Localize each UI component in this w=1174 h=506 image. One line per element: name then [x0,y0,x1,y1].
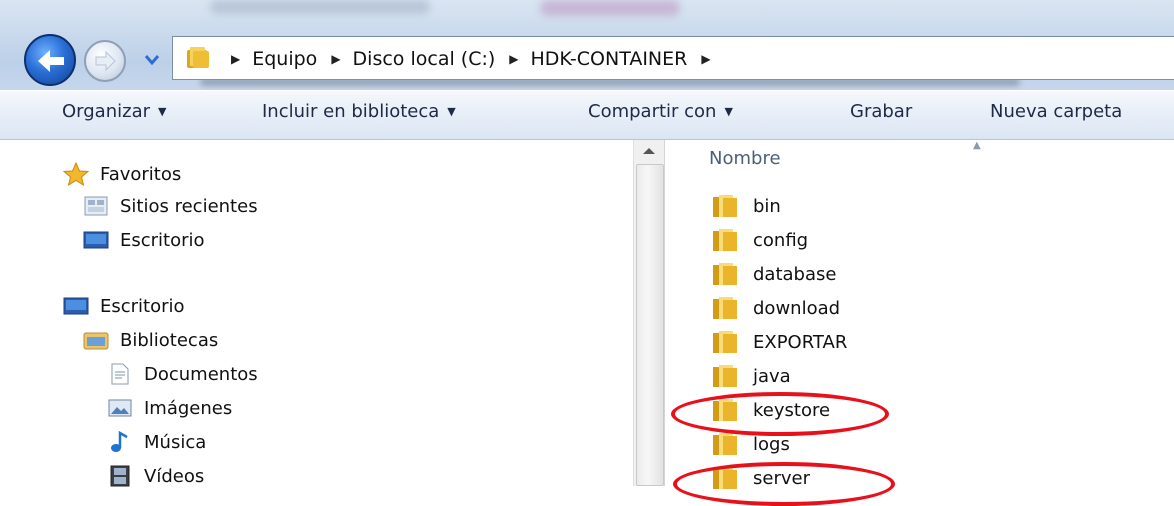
libraries-icon [82,329,110,351]
tree-item-label: Imágenes [144,397,233,419]
tree-item-label: Escritorio [100,295,185,317]
breadcrumb-item[interactable]: ▶ [701,52,722,66]
list-item[interactable]: database [713,260,836,288]
burn-label: Grabar [850,101,913,122]
breadcrumb-item[interactable]: ▶ Equipo [231,48,331,70]
file-name: database [753,263,837,285]
blurred-background [540,0,680,16]
address-bar[interactable]: ▶ Equipo ▶ Disco local (C:) ▶ HDK-CONTAI… [172,36,1174,80]
folder-icon [713,229,737,251]
breadcrumb: ▶ Equipo ▶ Disco local (C:) ▶ HDK-CONTAI… [231,37,723,81]
tree-item-label: Sitios recientes [120,195,258,217]
list-item[interactable]: EXPORTAR [713,328,847,356]
chevron-down-icon: ▼ [447,105,456,118]
new-folder-button[interactable]: Nueva carpeta [990,101,1122,122]
chevron-right-icon[interactable]: ▶ [701,52,710,66]
file-name: download [753,297,841,319]
blurred-background [210,0,430,14]
desktop-icon [62,295,90,317]
folder-icon [187,47,209,68]
sort-arrow-icon: ▲ [973,140,981,151]
navigation-bar: ▶ Equipo ▶ Disco local (C:) ▶ HDK-CONTAI… [0,0,1174,90]
breadcrumb-item[interactable]: ▶ Disco local (C:) [331,48,509,70]
include-library-button[interactable]: Incluir en biblioteca ▼ [262,101,456,122]
tree-item-label: Bibliotecas [120,329,219,351]
share-with-button[interactable]: Compartir con ▼ [588,101,733,122]
tree-item-pictures[interactable]: Imágenes [106,394,232,422]
chevron-right-icon[interactable]: ▶ [331,52,340,66]
list-item[interactable]: download [713,294,840,322]
tree-item-label: Favoritos [100,163,182,185]
desktop-icon [82,229,110,251]
chevron-down-icon: ▼ [724,105,733,118]
list-item[interactable]: java [713,362,791,390]
folder-icon [713,365,737,387]
highlight-ellipse-keystore [671,392,889,436]
chevron-down-icon[interactable] [144,54,160,66]
scroll-thumb[interactable] [636,164,664,486]
tree-item-label: Música [144,431,207,453]
list-item[interactable]: config [713,226,808,254]
navigation-pane: Favoritos Sitios recientes Escritorio Es… [0,140,633,487]
new-folder-label: Nueva carpeta [990,101,1123,122]
folder-icon [713,331,737,353]
tree-item-desktop-favorite[interactable]: Escritorio [82,226,205,254]
breadcrumb-label[interactable]: Equipo [252,48,317,70]
include-library-label: Incluir en biblioteca [262,101,440,122]
folder-icon [713,263,737,285]
forward-arrow-icon [95,50,116,72]
tree-item-label: Escritorio [120,229,205,251]
back-arrow-icon [38,50,64,72]
tree-item-desktop[interactable]: Escritorio [62,292,185,320]
tree-item-favorites[interactable]: Favoritos [62,160,181,188]
tree-item-label: Vídeos [144,465,205,487]
tree-item-music[interactable]: Música [106,428,206,456]
column-header-name[interactable]: Nombre [709,148,781,169]
scroll-up-icon[interactable] [642,146,656,156]
forward-button[interactable] [84,40,126,82]
recent-places-icon [82,195,110,217]
tree-item-label: Documentos [144,363,258,385]
file-list-pane: ▲ Nombre bin config database download EX… [665,140,1174,506]
back-button[interactable] [24,34,76,86]
star-icon [62,162,90,186]
organize-label: Organizar [62,101,150,122]
tree-item-libraries[interactable]: Bibliotecas [82,326,218,354]
folder-icon [713,433,737,455]
burn-button[interactable]: Grabar [850,101,912,122]
file-name: java [753,365,791,387]
pictures-icon [106,397,134,419]
organize-button[interactable]: Organizar ▼ [62,101,166,122]
breadcrumb-label[interactable]: HDK-CONTAINER [531,48,688,70]
chevron-down-icon: ▼ [158,105,167,118]
folder-icon [713,297,737,319]
document-icon [106,363,134,385]
file-name: bin [753,195,781,217]
share-with-label: Compartir con [588,101,717,122]
command-toolbar: Organizar ▼ Incluir en biblioteca ▼ Comp… [0,90,1174,140]
tree-item-recent-places[interactable]: Sitios recientes [82,192,258,220]
music-icon [106,431,134,453]
videos-icon [106,465,134,487]
chevron-right-icon[interactable]: ▶ [231,52,240,66]
tree-item-documents[interactable]: Documentos [106,360,258,388]
highlight-ellipse-server [673,462,895,506]
file-name: EXPORTAR [753,331,848,353]
nav-scrollbar[interactable] [633,140,665,486]
list-item[interactable]: bin [713,192,781,220]
file-name: config [753,229,809,251]
breadcrumb-item[interactable]: ▶ HDK-CONTAINER [509,48,701,70]
breadcrumb-label[interactable]: Disco local (C:) [353,48,496,70]
chevron-right-icon[interactable]: ▶ [509,52,518,66]
file-name: logs [753,433,790,455]
folder-icon [713,195,737,217]
